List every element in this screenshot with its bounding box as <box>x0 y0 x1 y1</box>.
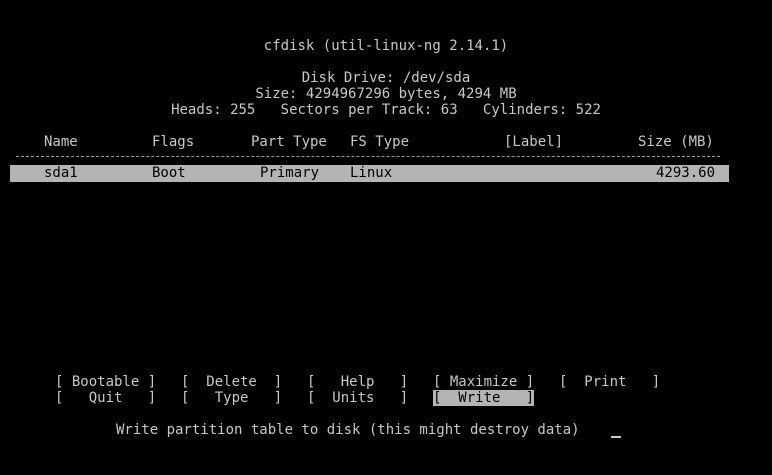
print-button[interactable]: [ Print ] <box>559 374 660 390</box>
partition-fs-type: Linux <box>350 165 393 181</box>
delete-button[interactable]: [ Delete ] <box>181 374 282 390</box>
partition-flags: Boot <box>152 165 186 181</box>
help-button[interactable]: [ Help ] <box>307 374 408 390</box>
column-header-name: Name <box>44 134 78 150</box>
column-header-size: Size (MB) <box>638 134 714 150</box>
disk-size-label: Size: 4294967296 bytes, 4294 MB <box>255 86 517 102</box>
maximize-button[interactable]: [ Maximize ] <box>433 374 534 390</box>
text-cursor <box>611 436 621 438</box>
quit-button[interactable]: [ Quit ] <box>55 390 156 406</box>
table-row[interactable]: sda1 Boot Primary Linux 4293.60 <box>10 165 729 182</box>
bootable-button[interactable]: [ Bootable ] <box>55 374 156 390</box>
status-message: Write partition table to disk (this migh… <box>116 422 580 438</box>
app-title: cfdisk (util-linux-ng 2.14.1) <box>263 38 509 54</box>
column-header-part-type: Part Type <box>251 134 327 150</box>
table-divider <box>16 156 720 157</box>
column-header-flags: Flags <box>152 134 195 150</box>
partition-name: sda1 <box>44 165 78 181</box>
type-button[interactable]: [ Type ] <box>181 390 282 406</box>
partition-size: 4293.60 <box>656 165 716 181</box>
write-button[interactable]: [ Write ] <box>433 390 535 406</box>
column-header-fs-type: FS Type <box>350 134 410 150</box>
units-button[interactable]: [ Units ] <box>307 390 408 406</box>
partition-part-type: Primary <box>260 165 320 181</box>
disk-geometry-label: Heads: 255 Sectors per Track: 63 Cylinde… <box>171 102 601 118</box>
column-header-label: [Label] <box>504 134 564 150</box>
disk-drive-label: Disk Drive: /dev/sda <box>301 70 471 86</box>
